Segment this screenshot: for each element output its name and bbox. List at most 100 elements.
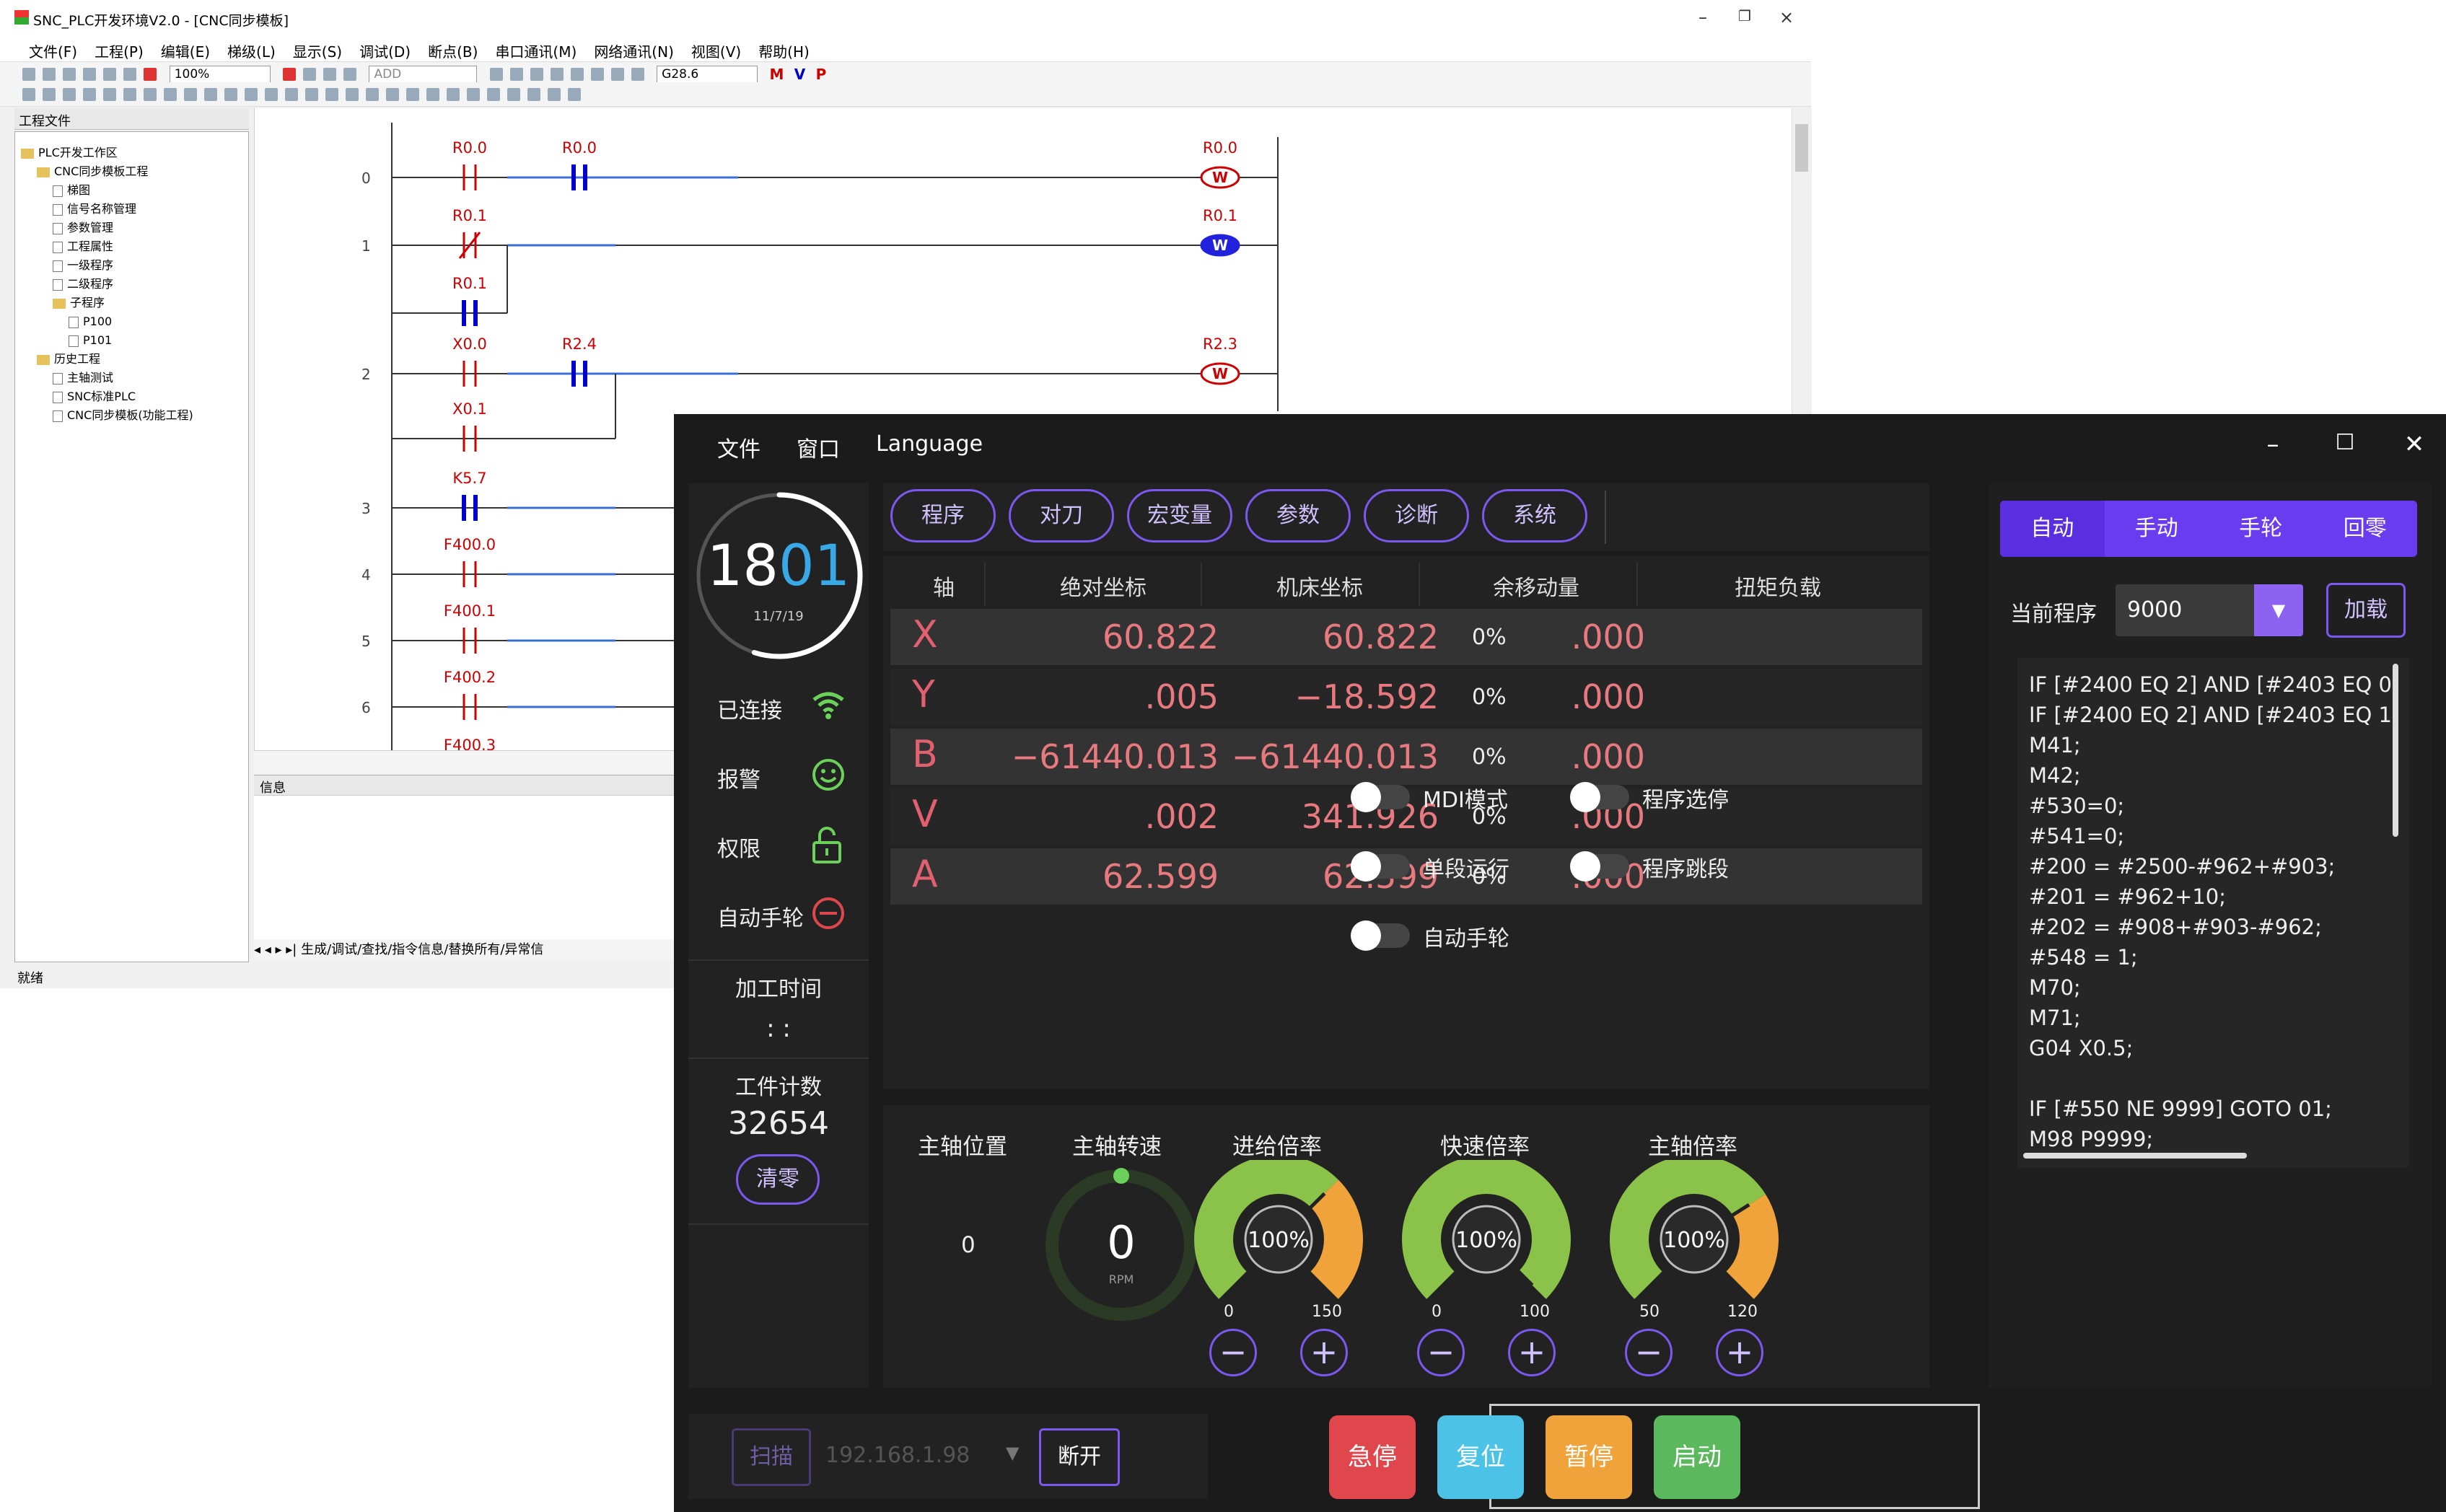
coil-icon[interactable] (509, 68, 523, 81)
increase-override-button[interactable]: + (1508, 1329, 1556, 1376)
print-icon[interactable] (83, 68, 97, 81)
tree-node[interactable]: 子程序 (21, 294, 248, 312)
program-code-view[interactable]: IF [#2400 EQ 2] AND [#2403 EQ 0 IF [#2400… (2017, 658, 2408, 1167)
scan-button[interactable]: 扫描 (732, 1428, 811, 1486)
ip-dropdown-chevron-icon[interactable]: ▼ (1006, 1443, 1019, 1463)
mode-tab-0[interactable]: 自动 (2000, 501, 2105, 557)
tool-26-icon[interactable] (527, 88, 541, 101)
grid-icon[interactable] (343, 68, 357, 81)
ladder-coil[interactable]: W R0.0 (1200, 139, 1240, 189)
info-tabs[interactable]: ◂ ◂ ▸ ▸| 生成/调试/查找/指令信息/替换所有/异常信 (254, 939, 687, 959)
toggle-switch[interactable] (1570, 851, 1629, 882)
mode-tab-1[interactable]: 手动 (2105, 501, 2209, 557)
toolbar-p-icon[interactable]: P (816, 66, 827, 83)
mode-tab-3[interactable]: 回零 (2313, 501, 2418, 557)
clear-count-button[interactable]: 清零 (736, 1154, 820, 1205)
tool-22-icon[interactable] (447, 88, 460, 101)
load-program-button[interactable]: 加载 (2326, 583, 2406, 638)
toggle-switch[interactable] (1351, 782, 1410, 812)
tool-18-icon[interactable] (366, 88, 380, 101)
tool-4-icon[interactable] (83, 88, 97, 101)
list-icon[interactable] (323, 68, 337, 81)
info-tab-list[interactable]: 生成/调试/查找/指令信息/替换所有/异常信 (301, 942, 543, 957)
delete-icon[interactable] (590, 68, 604, 81)
plc-menu-item-4[interactable]: 显示(S) (293, 40, 342, 61)
tree-node[interactable]: SNC标准PLC (21, 387, 248, 406)
program-dropdown-chevron-icon[interactable]: ▼ (2254, 584, 2303, 636)
minimize-button[interactable]: – (1688, 7, 1717, 29)
cnc-menu-item-1[interactable]: 窗口 (797, 431, 840, 463)
redo-icon[interactable] (123, 68, 137, 81)
toggle-switch[interactable] (1570, 782, 1629, 812)
tool-10-icon[interactable] (204, 88, 218, 101)
tool-1-icon[interactable] (22, 88, 36, 101)
plc-menu-item-8[interactable]: 网络通讯(N) (594, 40, 674, 61)
decrease-override-button[interactable]: − (1209, 1329, 1257, 1376)
cnc-menu-item-0[interactable]: 文件 (717, 431, 760, 463)
ladder-contact[interactable]: F400.0 (444, 536, 496, 587)
tab-scroll-arrows[interactable]: ◂ ◂ ▸ ▸| (254, 942, 301, 957)
cnc-maximize-button[interactable]: ☐ (2323, 430, 2367, 455)
tree-node[interactable]: PLC开发工作区 (21, 144, 248, 162)
tree-node[interactable]: P100 (21, 312, 248, 331)
ip-address-select[interactable]: 192.168.1.98 (825, 1443, 970, 1468)
tool-13-icon[interactable] (265, 88, 279, 101)
disconnect-button[interactable]: 断开 (1039, 1428, 1120, 1486)
control-button-1[interactable]: 复位 (1437, 1415, 1524, 1499)
control-button-3[interactable]: 启动 (1654, 1415, 1740, 1499)
toolbar-v-icon[interactable]: V (794, 66, 805, 83)
tool-28-icon[interactable] (568, 88, 582, 101)
function-tab-2[interactable]: 宏变量 (1127, 489, 1232, 542)
function-tab-4[interactable]: 诊断 (1364, 489, 1469, 542)
tool-12-icon[interactable] (245, 88, 258, 101)
tool-2-icon[interactable] (43, 88, 56, 101)
ladder-contact[interactable]: R0.1 (452, 275, 487, 326)
tool-8-icon[interactable] (164, 88, 177, 101)
tool-27-icon[interactable] (548, 88, 561, 101)
function-tab-0[interactable]: 程序 (890, 489, 996, 542)
line-icon[interactable] (530, 68, 543, 81)
tree-node[interactable]: CNC同步模板工程 (21, 162, 248, 181)
compile-icon[interactable] (610, 68, 624, 81)
tree-node[interactable]: 信号名称管理 (21, 200, 248, 219)
plc-menu-item-2[interactable]: 编辑(E) (161, 40, 210, 61)
maximize-button[interactable]: ❐ (1730, 7, 1759, 29)
close-button[interactable]: × (1772, 7, 1801, 29)
contact-icon[interactable] (489, 68, 503, 81)
tool-14-icon[interactable] (285, 88, 299, 101)
tree-node[interactable]: 一级程序 (21, 256, 248, 275)
cnc-menu-item-2[interactable]: Language (876, 431, 983, 463)
toggle-switch[interactable] (1351, 851, 1410, 882)
ladder-contact[interactable]: F400.1 (444, 602, 496, 654)
increase-override-button[interactable]: + (1300, 1329, 1348, 1376)
tool-16-icon[interactable] (325, 88, 339, 101)
download-icon[interactable] (631, 68, 644, 81)
ladder-coil[interactable]: W R2.3 (1200, 335, 1240, 385)
tree-node[interactable]: 梯图 (21, 181, 248, 200)
ladder-contact[interactable]: R0.1 (452, 207, 487, 259)
cnc-close-button[interactable]: ✕ (2393, 430, 2436, 459)
ladder-contact[interactable]: F400.3 (444, 737, 496, 788)
tool-17-icon[interactable] (346, 88, 359, 101)
save-icon[interactable] (63, 68, 76, 81)
control-button-2[interactable]: 暂停 (1546, 1415, 1632, 1499)
coord-field[interactable]: G28.6 (657, 66, 758, 83)
ladder-contact[interactable]: K5.7 (452, 470, 487, 521)
tree-node[interactable]: 历史工程 (21, 350, 248, 369)
plc-menu-item-3[interactable]: 梯级(L) (227, 40, 276, 61)
decrease-override-button[interactable]: − (1417, 1329, 1465, 1376)
toolbar-m-icon[interactable]: M (770, 66, 784, 83)
tool-5-icon[interactable] (103, 88, 117, 101)
tool-15-icon[interactable] (305, 88, 319, 101)
tree-node[interactable]: P101 (21, 331, 248, 350)
ladder-contact[interactable]: F400.2 (444, 669, 496, 720)
tree-node[interactable]: 主轴测试 (21, 369, 248, 387)
function-tab-3[interactable]: 参数 (1245, 489, 1351, 542)
code-v-scrollbar[interactable] (2393, 664, 2398, 837)
increase-override-button[interactable]: + (1716, 1329, 1763, 1376)
tree-node[interactable]: 参数管理 (21, 219, 248, 237)
ladder-contact[interactable]: R0.0 (562, 139, 597, 190)
tool-24-icon[interactable] (487, 88, 501, 101)
zoom-select[interactable]: 100% (169, 66, 271, 83)
plc-menu-item-5[interactable]: 调试(D) (359, 40, 411, 61)
